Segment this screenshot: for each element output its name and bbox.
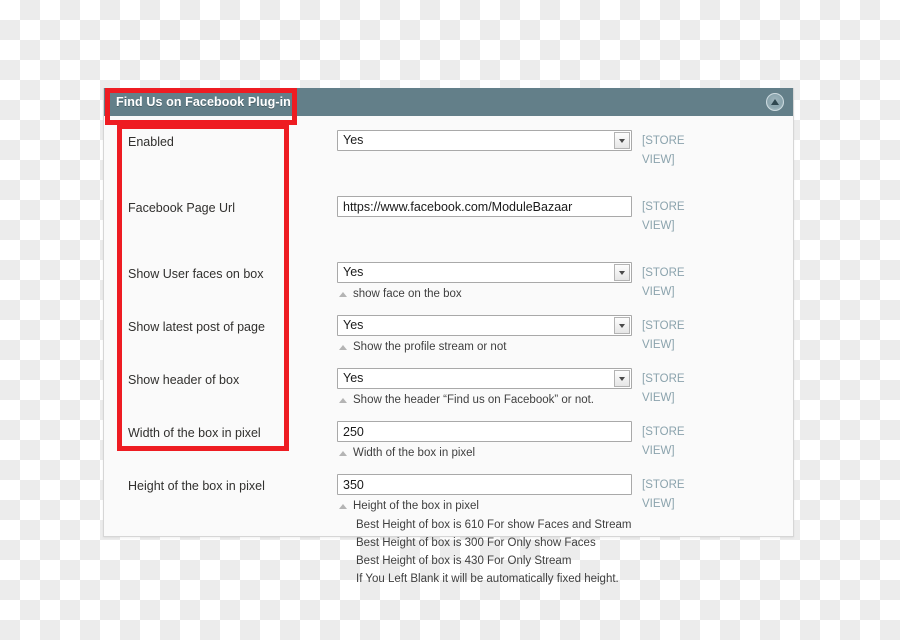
field-label: Show latest post of page	[128, 320, 265, 334]
height-note: Best Height of box is 430 For Only Strea…	[356, 555, 572, 567]
enabled-select[interactable]: Yes	[337, 130, 632, 151]
show-header-select[interactable]: Yes	[337, 368, 632, 389]
scope-label: [STORE VIEW]	[642, 135, 685, 166]
triangle-up-icon	[339, 345, 347, 350]
field-comment: Show the profile stream or not	[337, 340, 622, 355]
select-wrapper: Yes	[337, 262, 632, 283]
field-label: Height of the box in pixel	[128, 479, 265, 493]
field-control: Yes show face on the box	[312, 262, 632, 302]
height-input[interactable]	[337, 474, 632, 495]
facebook-page-url-input[interactable]	[337, 196, 632, 217]
field-comment-text: Height of the box in pixel	[353, 500, 479, 512]
field-comment: show face on the box	[337, 287, 622, 302]
show-user-faces-select[interactable]: Yes	[337, 262, 632, 283]
triangle-up-icon	[339, 451, 347, 456]
height-note: If You Left Blank it will be automatical…	[356, 573, 619, 585]
field-control: Yes Show the profile stream or not	[312, 315, 632, 355]
scope-label: [STORE VIEW]	[642, 373, 685, 404]
field-row-show-user-faces: Show User faces on box Yes show face on …	[104, 262, 793, 302]
field-comment-text: Show the profile stream or not	[353, 341, 507, 353]
field-comment-text: Show the header “Find us on Facebook” or…	[353, 394, 595, 406]
field-comment: Show the header “Find us on Facebook” or…	[337, 393, 622, 408]
select-wrapper: Yes	[337, 130, 632, 151]
field-label: Width of the box in pixel	[128, 426, 261, 440]
field-control: Yes Show the header “Find us on Facebook…	[312, 368, 632, 408]
height-notes: Best Height of box is 610 For show Faces…	[337, 516, 632, 588]
field-comment: Height of the box in pixel	[337, 499, 622, 514]
triangle-up-glyph	[771, 99, 779, 105]
field-row-show-latest-post: Show latest post of page Yes Show the pr…	[104, 315, 793, 355]
triangle-up-icon[interactable]	[766, 93, 784, 111]
panel-body: Enabled Yes [STORE VIEW] Facebook Page U…	[104, 116, 793, 585]
field-label: Show User faces on box	[128, 267, 264, 281]
triangle-up-icon	[339, 504, 347, 509]
field-control: Height of the box in pixel Best Height o…	[312, 474, 632, 588]
height-note: Best Height of box is 300 For Only show …	[356, 537, 596, 549]
field-row-facebook-page-url: Facebook Page Url [STORE VIEW]	[104, 196, 793, 236]
field-label: Facebook Page Url	[128, 201, 236, 215]
select-wrapper: Yes	[337, 368, 632, 389]
field-control: Width of the box in pixel	[312, 421, 632, 461]
field-row-width: Width of the box in pixel Width of the b…	[104, 421, 793, 461]
field-control: Yes	[312, 130, 632, 151]
field-label: Show header of box	[128, 373, 240, 387]
field-control	[312, 196, 632, 217]
field-comment: Width of the box in pixel	[337, 446, 622, 461]
field-row-enabled: Enabled Yes [STORE VIEW]	[104, 130, 793, 170]
scope-label: [STORE VIEW]	[642, 201, 685, 232]
scope-label: [STORE VIEW]	[642, 479, 685, 510]
scope-label: [STORE VIEW]	[642, 320, 685, 351]
triangle-up-icon	[339, 292, 347, 297]
config-panel: Find Us on Facebook Plug-in Enabled Yes …	[103, 88, 794, 585]
show-latest-post-select[interactable]: Yes	[337, 315, 632, 336]
triangle-up-icon	[339, 398, 347, 403]
field-row-show-header: Show header of box Yes Show the header “…	[104, 368, 793, 408]
width-input[interactable]	[337, 421, 632, 442]
field-label: Enabled	[128, 135, 174, 149]
field-comment-text: show face on the box	[353, 288, 462, 300]
field-comment-text: Width of the box in pixel	[353, 447, 476, 459]
page-title: Find Us on Facebook Plug-in	[116, 95, 291, 109]
field-row-height: Height of the box in pixel Height of the…	[104, 474, 793, 588]
height-note: Best Height of box is 610 For show Faces…	[356, 519, 632, 531]
panel-header[interactable]: Find Us on Facebook Plug-in	[104, 88, 793, 116]
select-wrapper: Yes	[337, 315, 632, 336]
scope-label: [STORE VIEW]	[642, 267, 685, 298]
scope-label: [STORE VIEW]	[642, 426, 685, 457]
